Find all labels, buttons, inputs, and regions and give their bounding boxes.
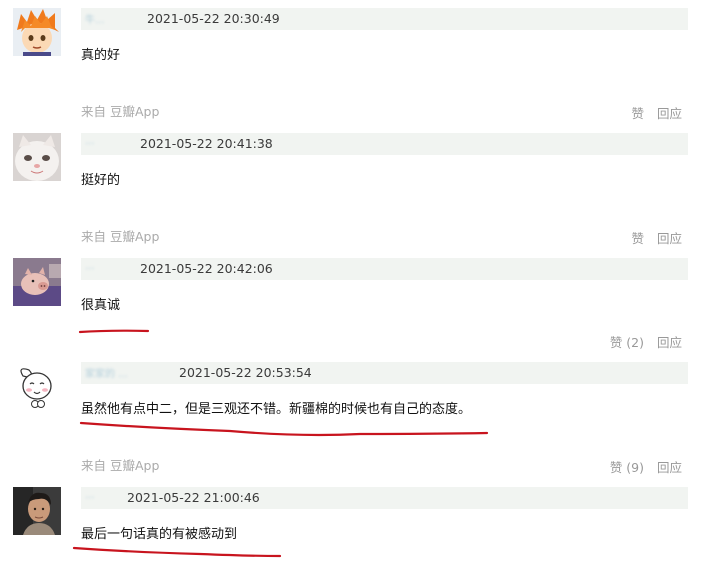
comment-text: 很真诚: [81, 298, 121, 313]
like-button[interactable]: 赞 (9): [610, 460, 644, 475]
comment-actions: 赞 (2) 回应: [610, 335, 682, 351]
comment-source: 来自 豆瓣App: [81, 458, 160, 473]
annotation-underlines: [72, 329, 489, 558]
red-underline-mark: [72, 546, 282, 558]
reply-button[interactable]: 回应: [657, 106, 682, 121]
white-cat-avatar-icon: [13, 133, 61, 181]
avatar[interactable]: [13, 258, 61, 306]
like-button[interactable]: 赞: [631, 106, 644, 121]
comment-timestamp: 2021-05-22 20:42:06: [140, 261, 273, 276]
comment-source: 来自 豆瓣App: [81, 229, 160, 244]
avatar[interactable]: [13, 133, 61, 181]
username-link[interactable]: 家家的 ...: [85, 365, 173, 381]
username-link[interactable]: ...: [85, 136, 133, 152]
comment-source: 来自 豆瓣App: [81, 104, 160, 119]
anime-boy-avatar-icon: [13, 8, 61, 56]
comment-actions: 赞 回应: [631, 231, 682, 247]
avatar[interactable]: [13, 362, 61, 410]
username-link[interactable]: ...: [85, 261, 133, 277]
comment-timestamp: 2021-05-22 20:41:38: [140, 136, 273, 151]
comment-text: 最后一句话真的有被感动到: [81, 527, 238, 542]
pig-avatar-icon: [13, 258, 61, 306]
comment-actions: 赞 (9) 回应: [610, 460, 682, 476]
comment-meta-bar: ... 2021-05-22 20:42:06: [81, 258, 688, 280]
red-underline-mark: [78, 329, 150, 334]
red-underline-mark: [79, 421, 489, 437]
comment-actions: 赞 回应: [631, 106, 682, 122]
reply-button[interactable]: 回应: [657, 335, 682, 350]
avatar[interactable]: [13, 487, 61, 535]
username-link[interactable]: ...: [85, 490, 121, 506]
comment-text: 挺好的: [81, 173, 121, 188]
comment-text: 虽然他有点中二，但是三观还不错。新疆棉的时候也有自己的态度。: [81, 402, 472, 417]
man-portrait-avatar-icon: [13, 487, 61, 535]
bunny-avatar-icon: [13, 362, 61, 410]
like-button[interactable]: 赞 (2): [610, 335, 644, 350]
comment-timestamp: 2021-05-22 20:30:49: [147, 11, 280, 26]
comment-meta-bar: 牛... 2021-05-22 20:30:49: [81, 8, 688, 30]
username-link[interactable]: 牛...: [85, 11, 140, 27]
comment-meta-bar: ... 2021-05-22 20:41:38: [81, 133, 688, 155]
reply-button[interactable]: 回应: [657, 460, 682, 475]
avatar[interactable]: [13, 8, 61, 56]
comment-text: 真的好: [81, 48, 121, 63]
comment-meta-bar: ... 2021-05-22 21:00:46: [81, 487, 688, 509]
like-button[interactable]: 赞: [631, 231, 644, 246]
comment-meta-bar: 家家的 ... 2021-05-22 20:53:54: [81, 362, 688, 384]
comment-timestamp: 2021-05-22 20:53:54: [179, 365, 312, 380]
reply-button[interactable]: 回应: [657, 231, 682, 246]
comment-timestamp: 2021-05-22 21:00:46: [127, 490, 260, 505]
